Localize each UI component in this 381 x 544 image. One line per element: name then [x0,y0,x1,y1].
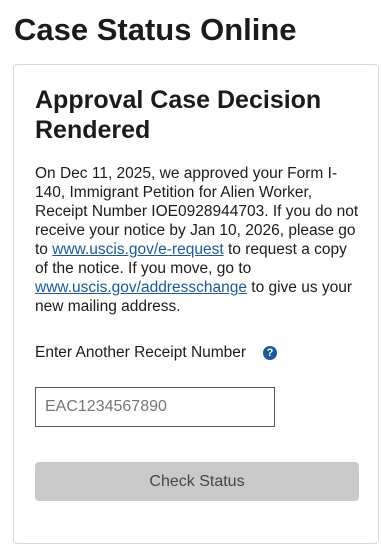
receipt-number-label: Enter Another Receipt Number [35,344,247,361]
check-status-button[interactable]: Check Status [35,462,359,501]
case-status-card: Approval Case Decision Rendered On Dec 1… [13,64,379,544]
case-status-heading: Approval Case Decision Rendered [35,86,322,144]
e-request-link[interactable]: www.uscis.gov/e-request [52,241,223,258]
page-title: Case Status Online [14,12,297,47]
case-status-description: On Dec 11, 2025, we approved your Form I… [35,164,359,316]
question-circle-icon[interactable]: ? [263,346,277,360]
address-change-link[interactable]: www.uscis.gov/addresschange [35,279,247,296]
receipt-number-input[interactable] [35,387,275,427]
